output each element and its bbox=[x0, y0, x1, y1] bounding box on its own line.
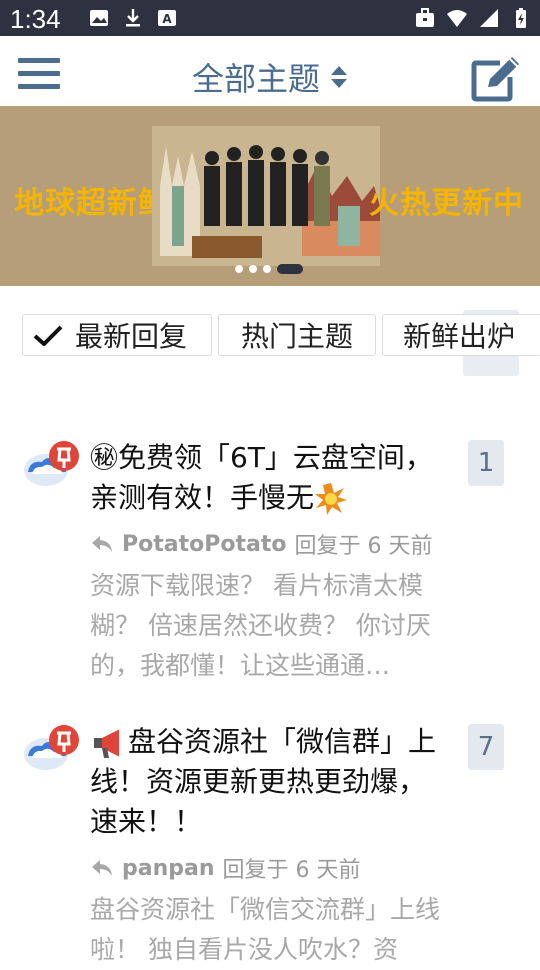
carousel-dot-active[interactable] bbox=[277, 264, 303, 274]
banner-group-photo bbox=[152, 126, 380, 266]
keyboard-a-icon: A bbox=[158, 10, 176, 26]
status-bar: 1:34 A bbox=[0, 0, 540, 36]
tab-fresh[interactable]: 新鲜出炉 bbox=[382, 314, 540, 356]
reply-time: 回复于 6 天前 bbox=[222, 858, 361, 883]
author-name[interactable]: panpan bbox=[122, 856, 215, 881]
signal-icon bbox=[480, 9, 498, 27]
system-icons bbox=[414, 7, 532, 29]
topic-filter-dropdown[interactable]: 全部主题 bbox=[0, 54, 540, 100]
carousel-dot[interactable] bbox=[235, 265, 243, 273]
topic-title: 盘谷资源社「微信群」上线！资源更新更热更劲爆，速来！！ bbox=[90, 722, 450, 842]
status-time: 1:34 bbox=[10, 4, 61, 34]
tab-latest-replies[interactable]: 最新回复 bbox=[22, 314, 212, 356]
reply-count-badge: 7 bbox=[468, 724, 504, 770]
image-icon bbox=[90, 10, 108, 26]
check-icon bbox=[33, 325, 63, 346]
wifi-icon bbox=[447, 10, 467, 27]
reply-time: 回复于 6 天前 bbox=[294, 534, 433, 559]
topic-excerpt: 资源下载限速？ 看片标清太模糊？ 倍速居然还收费？ 你讨厌的，我都懂！让这些通通… bbox=[90, 571, 431, 680]
reply-count-badge: 1 bbox=[468, 440, 504, 486]
page-title: 全部主题 bbox=[191, 60, 320, 98]
battery-charging-icon bbox=[516, 8, 526, 28]
app-bar: 全部主题 bbox=[0, 36, 540, 107]
tab-label: 新鲜出炉 bbox=[403, 320, 516, 353]
topic-meta: PotatoPotato 回复于 6 天前 bbox=[90, 528, 432, 560]
briefcase-icon bbox=[416, 8, 434, 27]
topic-title-text: 免费领「6T」云盘空间，亲测有效！手慢无 bbox=[90, 441, 433, 514]
pinned-avatar-icon bbox=[24, 725, 79, 770]
author-name[interactable]: PotatoPotato bbox=[122, 532, 286, 557]
banner-right-text: 火热更新中 bbox=[369, 186, 524, 221]
download-icon bbox=[126, 9, 140, 27]
topic-title: ㊙免费领「6T」云盘空间，亲测有效！手慢无 bbox=[90, 438, 450, 518]
tab-label: 热门主题 bbox=[240, 320, 353, 353]
tab-hot-topics[interactable]: 热门主题 bbox=[218, 314, 376, 356]
megaphone-icon bbox=[94, 729, 121, 758]
pinned-avatar-icon bbox=[24, 441, 79, 486]
svg-text:A: A bbox=[162, 12, 172, 26]
compose-icon[interactable] bbox=[470, 53, 522, 103]
explosion-icon bbox=[315, 483, 348, 515]
sort-tabs: 最新回复 热门主题 新鲜出炉 bbox=[22, 314, 540, 358]
banner-left-text: 地球超新鲜 bbox=[14, 186, 169, 221]
secret-badge: ㊙ bbox=[90, 441, 119, 474]
topic-title-text: 盘谷资源社「微信群」上线！资源更新更热更劲爆，速来！！ bbox=[90, 725, 437, 838]
notification-icons: A bbox=[88, 7, 178, 29]
reply-icon bbox=[92, 860, 112, 876]
topic-excerpt: 盘谷资源社「微信交流群」上线啦！ 独自看片没人吹水？资 bbox=[90, 895, 441, 964]
topic-meta: panpan 回复于 6 天前 bbox=[90, 852, 361, 884]
sort-icon bbox=[331, 66, 347, 88]
reply-icon bbox=[92, 536, 112, 552]
carousel-indicator bbox=[235, 264, 303, 274]
carousel-dot[interactable] bbox=[263, 265, 271, 273]
promo-banner[interactable]: 地球超新鲜 火热更新中 bbox=[0, 106, 540, 286]
tab-label: 最新回复 bbox=[75, 320, 188, 353]
carousel-dot[interactable] bbox=[249, 265, 257, 273]
